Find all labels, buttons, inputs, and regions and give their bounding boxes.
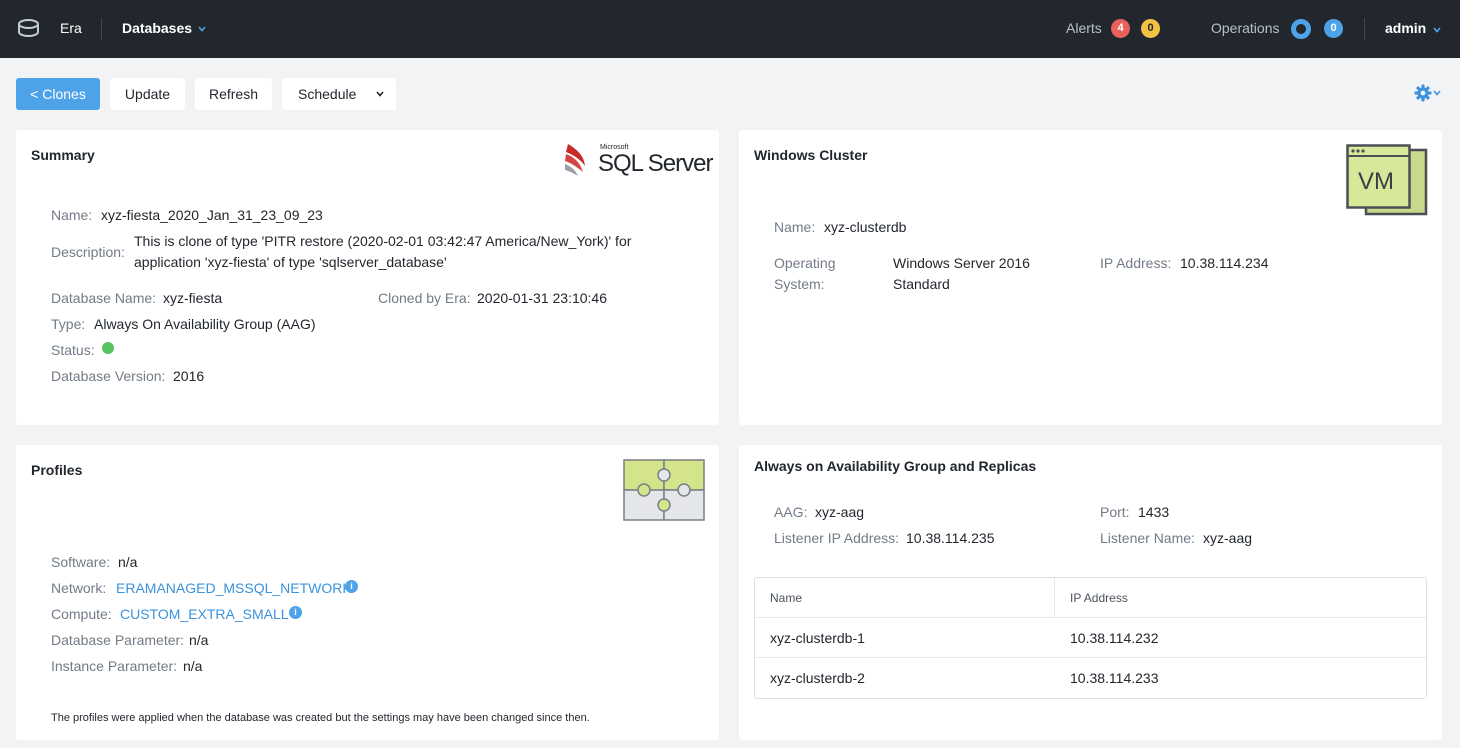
chevron-down-icon[interactable] <box>1433 26 1441 34</box>
database-version-label: Database Version: <box>51 368 166 384</box>
databases-menu[interactable]: Databases <box>122 20 192 36</box>
database-parameter-label: Database Parameter: <box>51 632 185 648</box>
aag-title: Always on Availability Group and Replica… <box>754 458 1037 474</box>
sql-server-logo-icon <box>565 144 585 176</box>
gear-icon[interactable] <box>1414 84 1444 102</box>
name-label: Name: <box>51 207 93 223</box>
info-icon[interactable]: i <box>345 580 358 593</box>
puzzle-icon <box>623 459 705 521</box>
listener-ip-value: 10.38.114.235 <box>906 530 995 546</box>
database-version-value: 2016 <box>173 368 205 384</box>
name-value: xyz-fiesta_2020_Jan_31_23_09_23 <box>101 207 323 223</box>
network-label: Network: <box>51 580 107 596</box>
divider <box>101 18 102 40</box>
os-label-line-2: System: <box>774 276 825 292</box>
operations-label[interactable]: Operations <box>1211 20 1279 36</box>
os-value-line-1: Windows Server 2016 <box>893 255 1030 271</box>
vm-icon-text: VM <box>1358 168 1394 195</box>
listener-name-label: Listener Name: <box>1100 530 1195 546</box>
operations-count-badge[interactable]: 0 <box>1324 19 1343 38</box>
description-label: Description: <box>51 244 125 260</box>
column-header-ip-address[interactable]: IP Address <box>1070 578 1128 618</box>
status-label: Status: <box>51 342 95 358</box>
compute-profile-link[interactable]: CUSTOM_EXTRA_SMALL <box>120 606 289 622</box>
cluster-name-value: xyz-clusterdb <box>824 219 907 235</box>
column-divider <box>1054 578 1055 618</box>
chevron-down-icon <box>376 91 384 97</box>
software-value: n/a <box>118 554 138 570</box>
alerts-label[interactable]: Alerts <box>1066 20 1102 36</box>
cluster-name-label: Name: <box>774 219 816 235</box>
os-value-line-2: Standard <box>893 276 950 292</box>
operations-progress-icon[interactable] <box>1291 19 1311 39</box>
alerts-warning-badge[interactable]: 0 <box>1141 19 1160 38</box>
replica-name: xyz-clusterdb-1 <box>770 630 865 646</box>
app-name[interactable]: Era <box>60 20 82 36</box>
compute-label: Compute: <box>51 606 112 622</box>
update-button[interactable]: Update <box>110 78 185 110</box>
summary-title: Summary <box>31 147 95 163</box>
profiles-title: Profiles <box>31 462 83 478</box>
description-line-1: This is clone of type 'PITR restore (202… <box>134 233 632 249</box>
cloned-by-value: 2020-01-31 23:10:46 <box>477 290 607 306</box>
alerts-critical-badge[interactable]: 4 <box>1111 19 1130 38</box>
table-header-row: Name IP Address <box>755 578 1426 618</box>
chevron-down-icon[interactable] <box>198 25 206 33</box>
table-row[interactable]: xyz-clusterdb-2 10.38.114.233 <box>755 658 1426 698</box>
profiles-footnote: The profiles were applied when the datab… <box>51 712 590 724</box>
era-logo-icon[interactable] <box>17 17 40 40</box>
table-row[interactable]: xyz-clusterdb-1 10.38.114.232 <box>755 618 1426 658</box>
info-icon[interactable]: i <box>289 606 302 619</box>
column-header-name[interactable]: Name <box>770 578 802 618</box>
software-label: Software: <box>51 554 111 570</box>
replica-name: xyz-clusterdb-2 <box>770 670 865 686</box>
instance-parameter-value: n/a <box>183 658 203 674</box>
divider <box>1364 18 1365 40</box>
network-profile-link[interactable]: ERAMANAGED_MSSQL_NETWORK <box>116 580 352 596</box>
port-value: 1433 <box>1138 504 1170 520</box>
status-indicator <box>102 342 114 354</box>
refresh-button[interactable]: Refresh <box>195 78 272 110</box>
type-value: Always On Availability Group (AAG) <box>94 316 316 332</box>
logo-product: SQL Server <box>598 150 713 177</box>
profiles-card: Profiles Software: n/a Network: ERAMANAG… <box>16 445 719 740</box>
cluster-ip-label: IP Address: <box>1100 255 1172 271</box>
schedule-label: Schedule <box>298 86 357 102</box>
aag-value: xyz-aag <box>815 504 865 520</box>
database-parameter-value: n/a <box>189 632 209 648</box>
listener-ip-label: Listener IP Address: <box>774 530 900 546</box>
user-menu[interactable]: admin <box>1385 20 1426 36</box>
port-label: Port: <box>1100 504 1130 520</box>
cluster-ip-value: 10.38.114.234 <box>1180 255 1269 271</box>
replica-ip: 10.38.114.232 <box>1070 630 1159 646</box>
description-line-2: application 'xyz-fiesta' of type 'sqlser… <box>134 254 447 270</box>
database-name-label: Database Name: <box>51 290 157 306</box>
summary-card: Summary Microsoft SQL Server Name: xyz-f… <box>16 130 719 425</box>
aag-label: AAG: <box>774 504 808 520</box>
windows-cluster-title: Windows Cluster <box>754 147 868 163</box>
database-name-value: xyz-fiesta <box>163 290 223 306</box>
aag-card: Always on Availability Group and Replica… <box>739 445 1442 740</box>
replica-ip: 10.38.114.233 <box>1070 670 1159 686</box>
back-to-clones-button[interactable]: < Clones <box>16 78 100 110</box>
type-label: Type: <box>51 316 86 332</box>
cloned-by-label: Cloned by Era: <box>378 290 471 306</box>
replicas-table: Name IP Address xyz-clusterdb-1 10.38.11… <box>754 577 1427 699</box>
instance-parameter-label: Instance Parameter: <box>51 658 178 674</box>
schedule-dropdown[interactable]: Schedule <box>282 78 396 110</box>
windows-cluster-card: Windows Cluster VM Name: xyz-clusterdb O… <box>739 130 1442 425</box>
listener-name-value: xyz-aag <box>1203 530 1253 546</box>
top-navigation-bar: Era Databases Alerts 4 0 Operations 0 ad… <box>0 0 1460 58</box>
os-label-line-1: Operating <box>774 255 836 271</box>
